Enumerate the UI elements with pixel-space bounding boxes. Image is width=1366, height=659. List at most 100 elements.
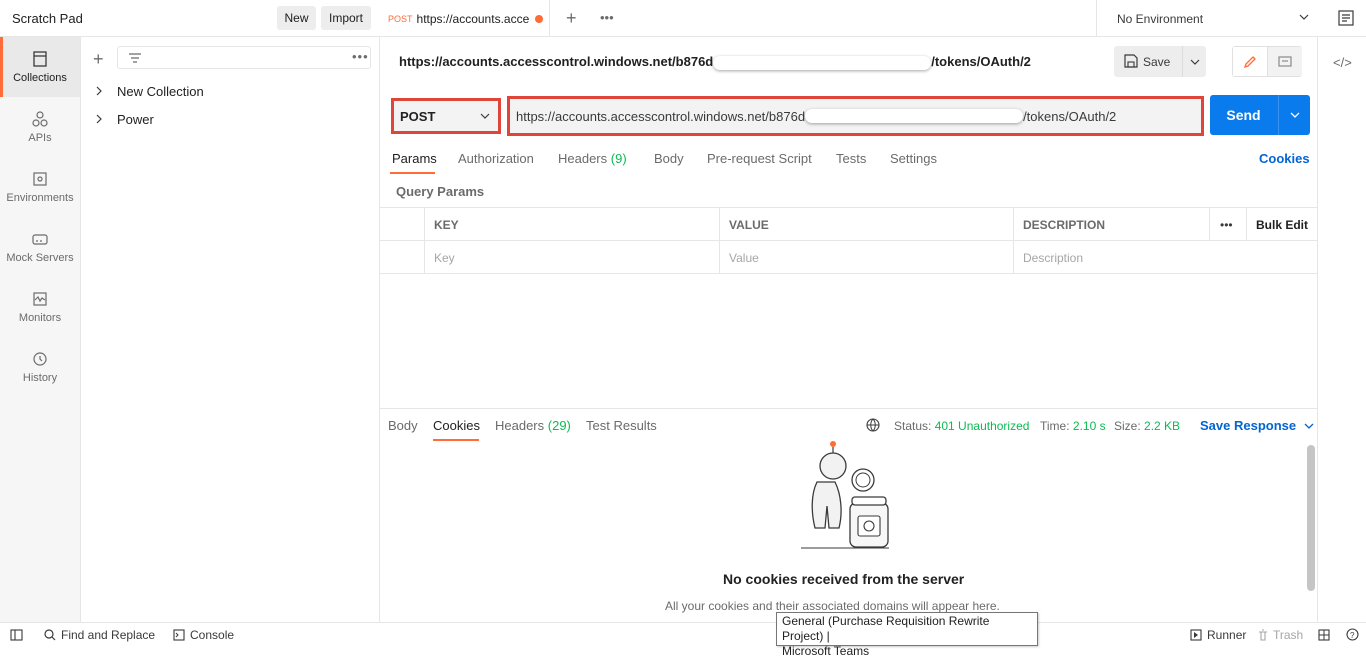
console-button[interactable]: Console xyxy=(173,628,234,642)
comments-button[interactable] xyxy=(1268,47,1302,76)
method-select[interactable]: POST xyxy=(391,98,501,134)
tab-settings[interactable]: Settings xyxy=(890,151,937,166)
filter-input[interactable] xyxy=(117,46,371,69)
sidebar-item-label: Power xyxy=(117,111,154,127)
send-button-group: Send xyxy=(1210,95,1310,135)
description-input[interactable]: Description xyxy=(1013,241,1317,274)
runner-label: Runner xyxy=(1207,628,1247,642)
response-tab-cookies[interactable]: Cookies xyxy=(433,418,480,433)
chevron-right-icon xyxy=(96,86,102,96)
rail-item-apis[interactable]: APIs xyxy=(0,97,80,157)
tab-headers[interactable]: Headers (9) xyxy=(558,151,627,166)
chevron-down-icon xyxy=(480,113,490,119)
active-tab-indicator xyxy=(433,439,479,441)
tab-tests[interactable]: Tests xyxy=(836,151,866,166)
redaction-mark xyxy=(713,55,932,70)
url-input[interactable]: https://accounts.accesscontrol.windows.n… xyxy=(507,96,1204,136)
save-response-button[interactable]: Save Response xyxy=(1200,418,1314,433)
tab-body[interactable]: Body xyxy=(654,151,684,166)
send-options-button[interactable] xyxy=(1278,95,1310,135)
toggle-sidebar-icon[interactable] xyxy=(10,629,23,641)
code-icon[interactable]: </> xyxy=(1333,55,1352,70)
rail-label: History xyxy=(22,372,58,384)
tab-headers-count: (9) xyxy=(610,151,627,166)
column-description: DESCRIPTION xyxy=(1013,208,1209,241)
find-replace-label: Find and Replace xyxy=(61,628,156,642)
response-scrollbar[interactable] xyxy=(1307,445,1315,591)
table-header-row: KEY VALUE DESCRIPTION ••• Bulk Edit xyxy=(380,208,1317,241)
tab-authorization[interactable]: Authorization xyxy=(458,151,534,166)
send-button[interactable]: Send xyxy=(1210,95,1277,135)
rail-item-monitors[interactable]: Monitors xyxy=(0,277,80,337)
status-bar: Find and Replace Console Runner Trash ? xyxy=(0,622,1366,646)
value-input[interactable]: Value xyxy=(719,241,1013,274)
rail-item-mock-servers[interactable]: Mock Servers xyxy=(0,217,80,277)
response-bar: Body Cookies Headers (29) Test Results S… xyxy=(380,408,1317,443)
history-icon xyxy=(33,352,47,366)
apis-icon xyxy=(32,111,48,127)
sidebar-item-label: New Collection xyxy=(117,83,204,99)
edit-button[interactable] xyxy=(1233,47,1268,76)
redaction-mark xyxy=(805,109,1024,123)
tab-prerequest-script[interactable]: Pre-request Script xyxy=(707,151,812,166)
trash-button[interactable]: Trash xyxy=(1258,628,1303,642)
tab-bar: POST https://accounts.accesscontrol.wind… xyxy=(380,0,1366,37)
new-tab-button[interactable]: + xyxy=(566,8,577,29)
comment-icon xyxy=(1278,55,1292,67)
trash-icon xyxy=(1259,629,1267,641)
request-title-suffix: /tokens/OAuth/2 xyxy=(931,54,1031,69)
rail-item-collections[interactable]: Collections xyxy=(0,37,80,97)
runner-icon xyxy=(1190,629,1202,641)
tab-params[interactable]: Params xyxy=(392,151,437,166)
help-icon[interactable]: ? xyxy=(1346,628,1359,641)
runner-button[interactable]: Runner xyxy=(1190,628,1246,642)
table-more-icon[interactable]: ••• xyxy=(1209,208,1246,241)
response-headers-label: Headers xyxy=(495,418,545,433)
chevron-down-icon xyxy=(1299,14,1309,20)
find-replace-button[interactable]: Find and Replace xyxy=(44,628,155,642)
unsaved-dot xyxy=(534,14,543,23)
workspace-header: Scratch Pad New Import xyxy=(0,0,380,37)
add-collection-button[interactable]: + xyxy=(93,49,104,70)
sidebar-item-new-collection[interactable]: New Collection xyxy=(95,80,204,102)
trash-label: Trash xyxy=(1273,628,1304,642)
url-suffix: /tokens/OAuth/2 xyxy=(1023,108,1117,124)
query-params-table: KEY VALUE DESCRIPTION ••• Bulk Edit Key … xyxy=(380,207,1317,274)
response-tab-test-results[interactable]: Test Results xyxy=(586,418,657,433)
taskbar-tooltip: General (Purchase Requisition Rewrite Pr… xyxy=(776,612,1038,658)
url-prefix: https://accounts.accesscontrol.windows.n… xyxy=(516,108,806,124)
response-time: Time: 2.10 s xyxy=(1040,419,1106,433)
sidebar-item-power[interactable]: Power xyxy=(95,108,154,130)
response-tab-body[interactable]: Body xyxy=(388,418,418,433)
tooltip-line1: General (Purchase Requisition Rewrite Pr… xyxy=(782,614,990,643)
cookies-link[interactable]: Cookies xyxy=(1259,151,1310,166)
time-value: 2.10 s xyxy=(1072,419,1106,433)
rail-label: Environments xyxy=(6,192,74,204)
request-title[interactable]: https://accounts.accesscontrol.windows.n… xyxy=(399,54,1031,70)
environment-selector[interactable]: No Environment xyxy=(1096,0,1321,37)
console-icon xyxy=(173,629,185,641)
save-button[interactable]: Save xyxy=(1114,46,1206,77)
view-mode-toggle xyxy=(1232,46,1302,77)
key-input[interactable]: Key xyxy=(424,241,719,274)
new-button[interactable]: New xyxy=(277,6,316,30)
chevron-down-icon xyxy=(1304,423,1314,429)
chevron-down-icon xyxy=(1190,59,1199,65)
workspace-title[interactable]: Scratch Pad xyxy=(12,11,83,26)
rail-item-environments[interactable]: Environments xyxy=(0,157,80,217)
tabs-more-icon[interactable]: ••• xyxy=(600,10,614,25)
rail-item-history[interactable]: History xyxy=(0,337,80,397)
globe-icon[interactable] xyxy=(866,418,882,434)
response-tab-headers[interactable]: Headers (29) xyxy=(495,418,571,433)
request-tab[interactable]: POST https://accounts.accesscontrol.wind… xyxy=(380,0,550,37)
import-button[interactable]: Import xyxy=(321,6,371,30)
environment-quick-look-icon[interactable] xyxy=(1338,10,1354,26)
bulk-edit-link[interactable]: Bulk Edit xyxy=(1246,208,1317,241)
two-pane-icon[interactable] xyxy=(1318,629,1330,641)
save-response-label: Save Response xyxy=(1200,418,1297,433)
sidebar-rail: Collections APIs Environments Mock Serve… xyxy=(0,37,81,622)
sidebar-more-icon[interactable]: ••• xyxy=(352,49,369,64)
empty-state-subtitle: All your cookies and their associated do… xyxy=(665,599,1000,613)
save-options-button[interactable] xyxy=(1182,46,1206,77)
column-key: KEY xyxy=(424,208,719,241)
